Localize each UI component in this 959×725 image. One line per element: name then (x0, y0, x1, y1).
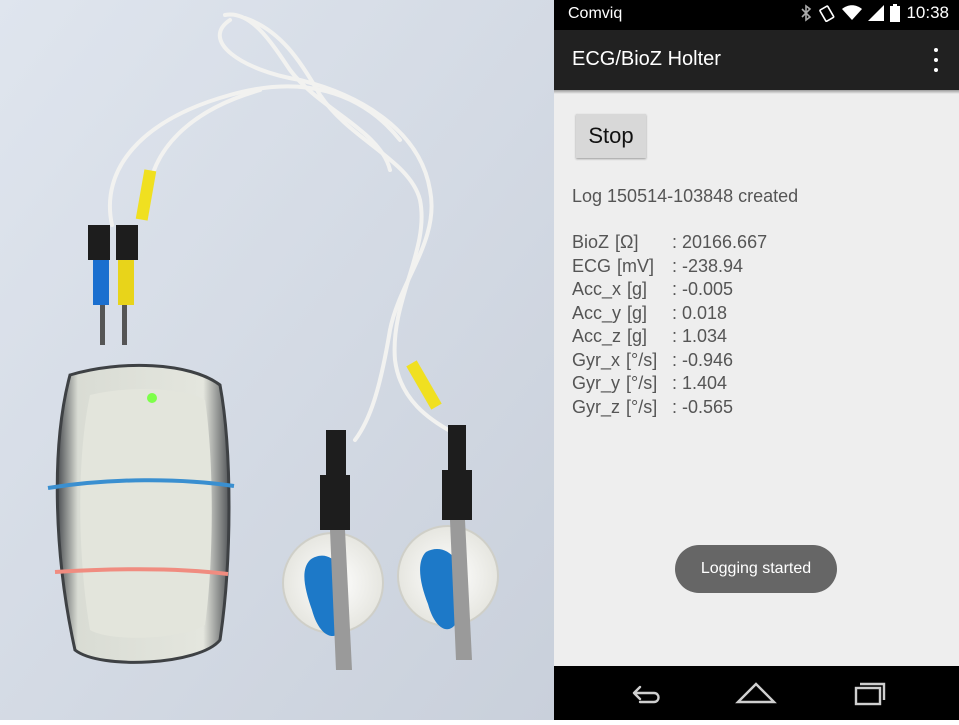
reading-unit: [g] (627, 279, 648, 299)
bluetooth-icon (801, 4, 812, 22)
reading-label: Gyr_z [°/s] (572, 396, 672, 420)
reading-row: Acc_z [g]: 1.034 (572, 325, 767, 349)
reading-name: Acc_z (572, 326, 622, 346)
action-bar-shadow (554, 90, 959, 94)
reading-unit: [°/s] (626, 396, 658, 417)
carrier-name: Comviq (568, 5, 623, 22)
navigation-bar (554, 666, 959, 720)
reading-row: Acc_x [g]: -0.005 (572, 278, 767, 302)
action-bar: ECG/BioZ Holter (554, 30, 959, 90)
back-icon[interactable] (620, 676, 668, 710)
reading-value: : -0.565 (672, 396, 734, 417)
reading-label: Acc_z [g] (572, 325, 672, 349)
reading-value: : 0.018 (672, 302, 728, 323)
stop-button[interactable]: Stop (576, 114, 646, 158)
reading-row: ECG [mV]: -238.94 (572, 255, 767, 279)
reading-name: ECG (572, 255, 612, 276)
reading-name: BioZ (572, 232, 610, 252)
reading-name: Gyr_z (572, 396, 621, 417)
reading-row: Gyr_x [°/s]: -0.946 (572, 349, 767, 373)
status-bar: Comviq 10:38 (554, 0, 959, 30)
battery-icon (890, 4, 901, 22)
reading-value: : 1.404 (672, 373, 728, 393)
reading-row: Gyr_y [°/s]: 1.404 (572, 372, 767, 396)
reading-name: Acc_x (572, 279, 622, 299)
reading-row: Gyr_z [°/s]: -0.565 (572, 396, 767, 420)
reading-label: Gyr_y [°/s] (572, 372, 672, 396)
device-photo (0, 0, 554, 720)
reading-label: Acc_y [g] (572, 302, 672, 326)
recents-icon[interactable] (844, 676, 892, 710)
reading-unit: [g] (627, 302, 648, 323)
toast-message: Logging started (675, 545, 837, 593)
reading-value: : 1.034 (672, 326, 728, 346)
reading-label: ECG [mV] (572, 255, 672, 279)
reading-unit: [mV] (617, 255, 655, 276)
reading-value: : -0.946 (672, 349, 734, 370)
reading-unit: [°/s] (626, 349, 658, 370)
reading-value: : -238.94 (672, 255, 744, 276)
reading-label: Gyr_x [°/s] (572, 349, 672, 373)
more-vert-icon[interactable] (931, 48, 941, 72)
log-created-message: Log 150514-103848 created (572, 186, 799, 206)
holter-device-image (0, 0, 554, 720)
reading-value: : -0.005 (672, 279, 734, 299)
reading-unit: [Ω] (615, 232, 639, 252)
reading-row: Acc_y [g]: 0.018 (572, 302, 767, 326)
phone-screen: Comviq 10:38 ECG/BioZ Holter Stop Log 15… (554, 0, 959, 720)
wifi-icon (842, 5, 863, 20)
reading-name: Gyr_y (572, 373, 621, 393)
clock: 10:38 (906, 3, 949, 22)
app-title: ECG/BioZ Holter (572, 48, 721, 70)
sensor-readings: BioZ [Ω]: 20166.667 ECG [mV]: -238.94 Acc_x[… (572, 231, 767, 419)
reading-value: : 20166.667 (672, 232, 768, 252)
reading-name: Gyr_x (572, 349, 621, 370)
reading-row: BioZ [Ω]: 20166.667 (572, 231, 767, 255)
reading-label: BioZ [Ω] (572, 231, 672, 255)
reading-unit: [g] (627, 326, 648, 346)
status-icons: 10:38 (800, 3, 949, 23)
home-icon[interactable] (732, 676, 780, 710)
rotate-icon (819, 5, 835, 22)
reading-unit: [°/s] (626, 373, 658, 393)
reading-label: Acc_x [g] (572, 278, 672, 302)
reading-name: Acc_y (572, 302, 622, 323)
signal-icon (868, 5, 885, 21)
